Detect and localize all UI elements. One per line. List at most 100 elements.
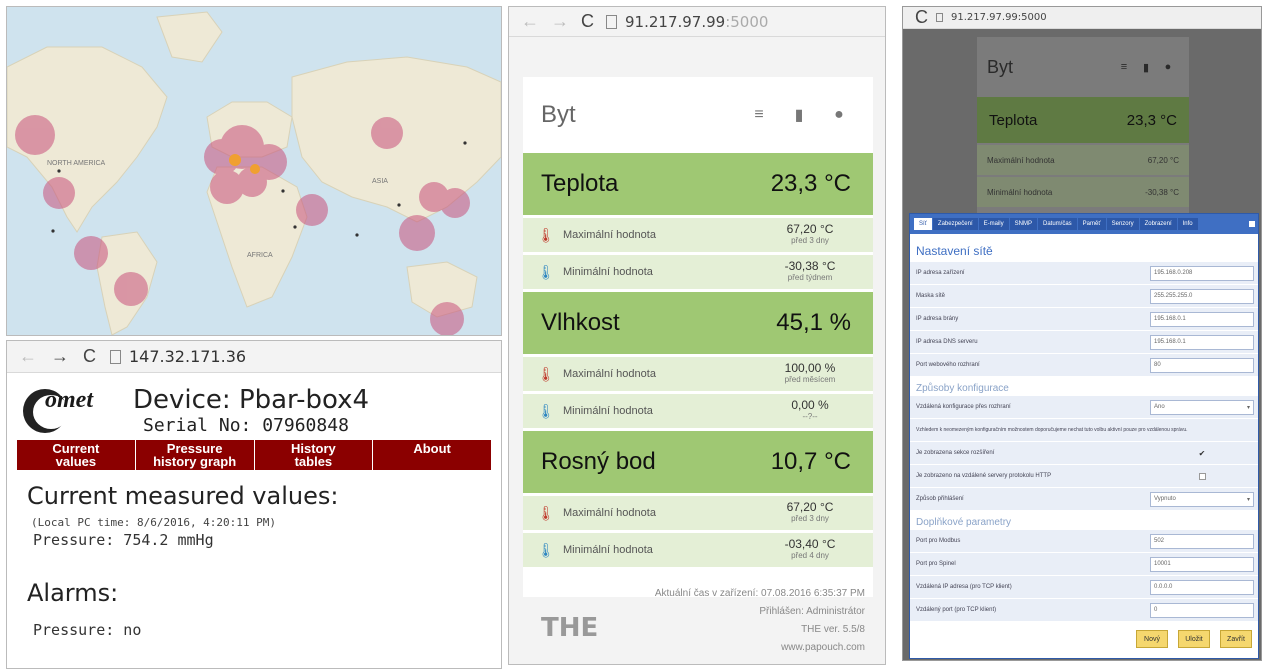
- setting-label: Je zobrazena sekce rozšíření: [916, 450, 995, 456]
- forward-button[interactable]: →: [551, 11, 569, 32]
- max-value-row: 🌡 Maximální hodnota 67,20 °C před 3 dny: [523, 496, 873, 530]
- browser-toolbar: ← → C 91.217.97.99:5000: [509, 7, 885, 37]
- tab-display[interactable]: Zobrazení: [1139, 218, 1177, 230]
- remote-ip-input[interactable]: 0.0.0.0: [1150, 579, 1254, 595]
- max-value-row: 🌡 Maximální hodnota 100,00 % před měsícem: [523, 357, 873, 391]
- checkbox[interactable]: ✔: [1150, 446, 1254, 460]
- ghost-section-value: 23,3 °C: [1126, 111, 1177, 129]
- ghost-section-label: Teplota: [989, 111, 1038, 129]
- cluster-russia: [371, 117, 403, 149]
- section-teplota[interactable]: Teplota 23,3 °C: [523, 153, 873, 215]
- cluster-brazil: [114, 272, 148, 306]
- row-value: 100,00 %: [784, 361, 836, 375]
- thermometer-red-icon: 🌡: [537, 365, 555, 382]
- search-icon[interactable]: ●: [819, 106, 859, 124]
- setting-row: Vzdálená IP adresa (pro TCP klient) 0.0.…: [910, 576, 1258, 598]
- setting-row: IP adresa DNS serveru 195.168.0.1: [910, 331, 1258, 353]
- sensor-card: Byt ≡ ▮ ● Teplota 23,3 °C 🌡 Maximální ho…: [523, 77, 873, 597]
- row-note: před 3 dny: [791, 236, 829, 245]
- the-browser-window: ← → C 91.217.97.99:5000 Byt ≡ ▮ ● Teplot…: [508, 6, 886, 665]
- web-port-input[interactable]: 80: [1150, 357, 1254, 373]
- device-time: Aktuální čas v zařízení: 07.08.2016 6:35…: [654, 588, 865, 599]
- local-time: (Local PC time: 8/6/2016, 4:20:11 PM): [31, 516, 277, 529]
- papouch-link[interactable]: www.papouch.com: [655, 639, 865, 657]
- row-note: před 3 dny: [791, 514, 829, 523]
- row-value: -03,40 °C: [784, 537, 836, 551]
- modbus-port-input[interactable]: 502: [1150, 533, 1254, 549]
- dialog-close-icon[interactable]: [1249, 221, 1255, 227]
- section-vlhkost[interactable]: Vlhkost 45,1 %: [523, 292, 873, 354]
- menu-icon[interactable]: ≡: [739, 106, 779, 124]
- netmask-input[interactable]: 255.255.255.0: [1150, 288, 1254, 304]
- back-button[interactable]: ←: [521, 11, 539, 32]
- setting-label: Vzdálená konfigurace přes rozhraní: [916, 404, 1011, 410]
- spinel-port-input[interactable]: 10001: [1150, 556, 1254, 572]
- gateway-input[interactable]: 195.168.0.1: [1150, 311, 1254, 327]
- row-label: Maximální hodnota: [563, 507, 656, 519]
- address-text: 147.32.171.36: [129, 347, 247, 366]
- tab-sensors[interactable]: Senzory: [1106, 218, 1139, 230]
- card-title: Byt: [541, 101, 576, 128]
- setting-row: Port pro Modbus 502: [910, 530, 1258, 552]
- menu-current-values[interactable]: Current values: [17, 440, 136, 470]
- forward-button[interactable]: →: [51, 346, 69, 367]
- save-button[interactable]: Uložit: [1178, 630, 1210, 648]
- tab-emails[interactable]: E-maily: [978, 218, 1009, 230]
- menu-about[interactable]: About: [373, 440, 491, 470]
- protocol-select[interactable]: Vypnuto ▾: [1150, 491, 1254, 507]
- section-value: 23,3 °C: [770, 170, 851, 197]
- reload-button[interactable]: C: [581, 11, 594, 32]
- ip-address-input[interactable]: 195.168.0.208: [1150, 265, 1254, 281]
- current-values-heading: Current measured values:: [27, 482, 339, 510]
- setting-label: Maska sítě: [916, 293, 946, 299]
- map-point: [57, 169, 61, 173]
- ghost-title: Byt: [987, 56, 1014, 77]
- row-value: 67,20 °C: [786, 500, 834, 514]
- max-value-row: 🌡 Maximální hodnota 67,20 °C před 3 dny: [523, 218, 873, 252]
- label-africa: AFRICA: [247, 252, 273, 259]
- map-point: [355, 233, 359, 237]
- comet-logo-text: omet: [45, 387, 93, 413]
- address-bar[interactable]: 147.32.171.36: [110, 347, 246, 366]
- section-rosny-bod[interactable]: Rosný bod 10,7 °C: [523, 431, 873, 493]
- setting-label: Způsob přihlášení: [916, 496, 964, 502]
- tab-security[interactable]: Zabezpečení: [932, 218, 978, 230]
- new-button[interactable]: Nový: [1136, 630, 1168, 648]
- tab-network[interactable]: Síť: [914, 218, 932, 230]
- setting-label: Port webového rozhraní: [916, 362, 980, 368]
- checkbox-box: [1198, 472, 1206, 480]
- footer: THE Aktuální čas v zařízení: 07.08.2016 …: [523, 577, 873, 661]
- thermometer-blue-icon: 🌡: [537, 402, 555, 419]
- setting-label: IP adresa zařízení: [916, 270, 965, 276]
- firmware-version: THE ver. 5.5/8: [801, 624, 865, 635]
- map-point: [463, 141, 467, 145]
- cluster-mexico: [43, 177, 75, 209]
- close-button[interactable]: Zavřít: [1220, 630, 1252, 648]
- setting-row: Vzdálený port (pro TCP klient) 0: [910, 599, 1258, 621]
- remote-port-input[interactable]: 0: [1150, 602, 1254, 618]
- tab-info[interactable]: Info: [1177, 218, 1198, 230]
- menu-history-tables[interactable]: History tables: [255, 440, 374, 470]
- label-asia: ASIA: [372, 178, 388, 185]
- tab-datetime[interactable]: Datum/čas: [1037, 218, 1077, 230]
- ghost-row-label: Maximální hodnota: [987, 155, 1055, 165]
- setting-row: Způsob přihlášení Vypnuto ▾: [910, 488, 1258, 510]
- row-note: --?--: [802, 412, 818, 421]
- tab-snmp[interactable]: SNMP: [1009, 218, 1037, 230]
- tab-memory[interactable]: Paměť: [1077, 218, 1106, 230]
- reload-button[interactable]: C: [83, 346, 96, 367]
- hotspot-2: [250, 164, 260, 174]
- hotspot-1: [229, 154, 241, 166]
- reload-button[interactable]: C: [915, 7, 928, 28]
- menu-pressure-history-graph[interactable]: Pressure history graph: [136, 440, 255, 470]
- setting-label: Port pro Modbus: [916, 538, 961, 544]
- chevron-down-icon: ▾: [1246, 404, 1250, 411]
- remote-config-select[interactable]: Ano ▾: [1150, 399, 1254, 415]
- address-bar[interactable]: 91.217.97.99:5000: [606, 13, 768, 31]
- device-icon[interactable]: ▮: [779, 105, 819, 125]
- setting-row: Maska sítě 255.255.255.0: [910, 285, 1258, 307]
- dns-input[interactable]: 195.168.0.1: [1150, 334, 1254, 350]
- back-button[interactable]: ←: [19, 346, 37, 367]
- checkbox[interactable]: [1150, 469, 1254, 483]
- address-bar[interactable]: 91.217.97.99:5000: [936, 12, 1047, 23]
